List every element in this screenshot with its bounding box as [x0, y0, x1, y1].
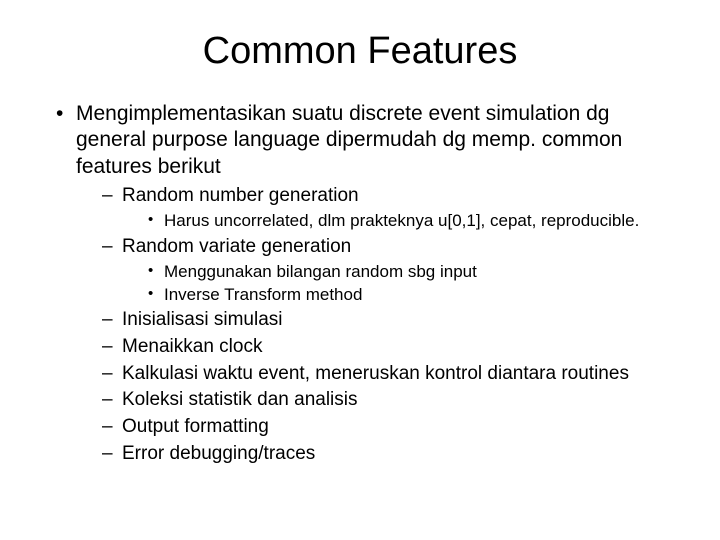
bullet-list-level3: Menggunakan bilangan random sbg input In…	[122, 261, 680, 306]
bullet-l2-text: Random variate generation	[122, 236, 351, 257]
slide-title: Common Features	[40, 30, 680, 73]
bullet-l3-item: Harus uncorrelated, dlm prakteknya u[0,1…	[148, 210, 680, 232]
bullet-l1-item: Mengimplementasikan suatu discrete event…	[56, 101, 680, 467]
bullet-l1-text: Mengimplementasikan suatu discrete event…	[76, 102, 622, 178]
bullet-list-level2: Random number generation Harus uncorrela…	[76, 184, 680, 467]
slide: Common Features Mengimplementasikan suat…	[0, 0, 720, 540]
bullet-l3-item: Inverse Transform method	[148, 284, 680, 306]
bullet-l2-text: Kalkulasi waktu event, meneruskan kontro…	[122, 363, 629, 384]
bullet-l2-item: Error debugging/traces	[102, 442, 680, 467]
bullet-l2-item: Kalkulasi waktu event, meneruskan kontro…	[102, 362, 680, 387]
bullet-l2-text: Koleksi statistik dan analisis	[122, 389, 358, 410]
bullet-l2-text: Menaikkan clock	[122, 336, 262, 357]
bullet-l2-item: Random number generation Harus uncorrela…	[102, 184, 680, 233]
bullet-list-level1: Mengimplementasikan suatu discrete event…	[40, 101, 680, 467]
bullet-l3-item: Menggunakan bilangan random sbg input	[148, 261, 680, 283]
bullet-l2-text: Output formatting	[122, 416, 269, 437]
bullet-l3-text: Harus uncorrelated, dlm prakteknya u[0,1…	[164, 211, 639, 230]
bullet-l2-text: Inisialisasi simulasi	[122, 309, 283, 330]
bullet-l3-text: Inverse Transform method	[164, 285, 362, 304]
bullet-l2-item: Output formatting	[102, 415, 680, 440]
bullet-l3-text: Menggunakan bilangan random sbg input	[164, 262, 477, 281]
bullet-l2-item: Inisialisasi simulasi	[102, 308, 680, 333]
bullet-l2-item: Random variate generation Menggunakan bi…	[102, 235, 680, 307]
bullet-list-level3: Harus uncorrelated, dlm prakteknya u[0,1…	[122, 210, 680, 232]
bullet-l2-text: Error debugging/traces	[122, 443, 315, 464]
bullet-l2-text: Random number generation	[122, 185, 359, 206]
bullet-l2-item: Menaikkan clock	[102, 335, 680, 360]
bullet-l2-item: Koleksi statistik dan analisis	[102, 388, 680, 413]
